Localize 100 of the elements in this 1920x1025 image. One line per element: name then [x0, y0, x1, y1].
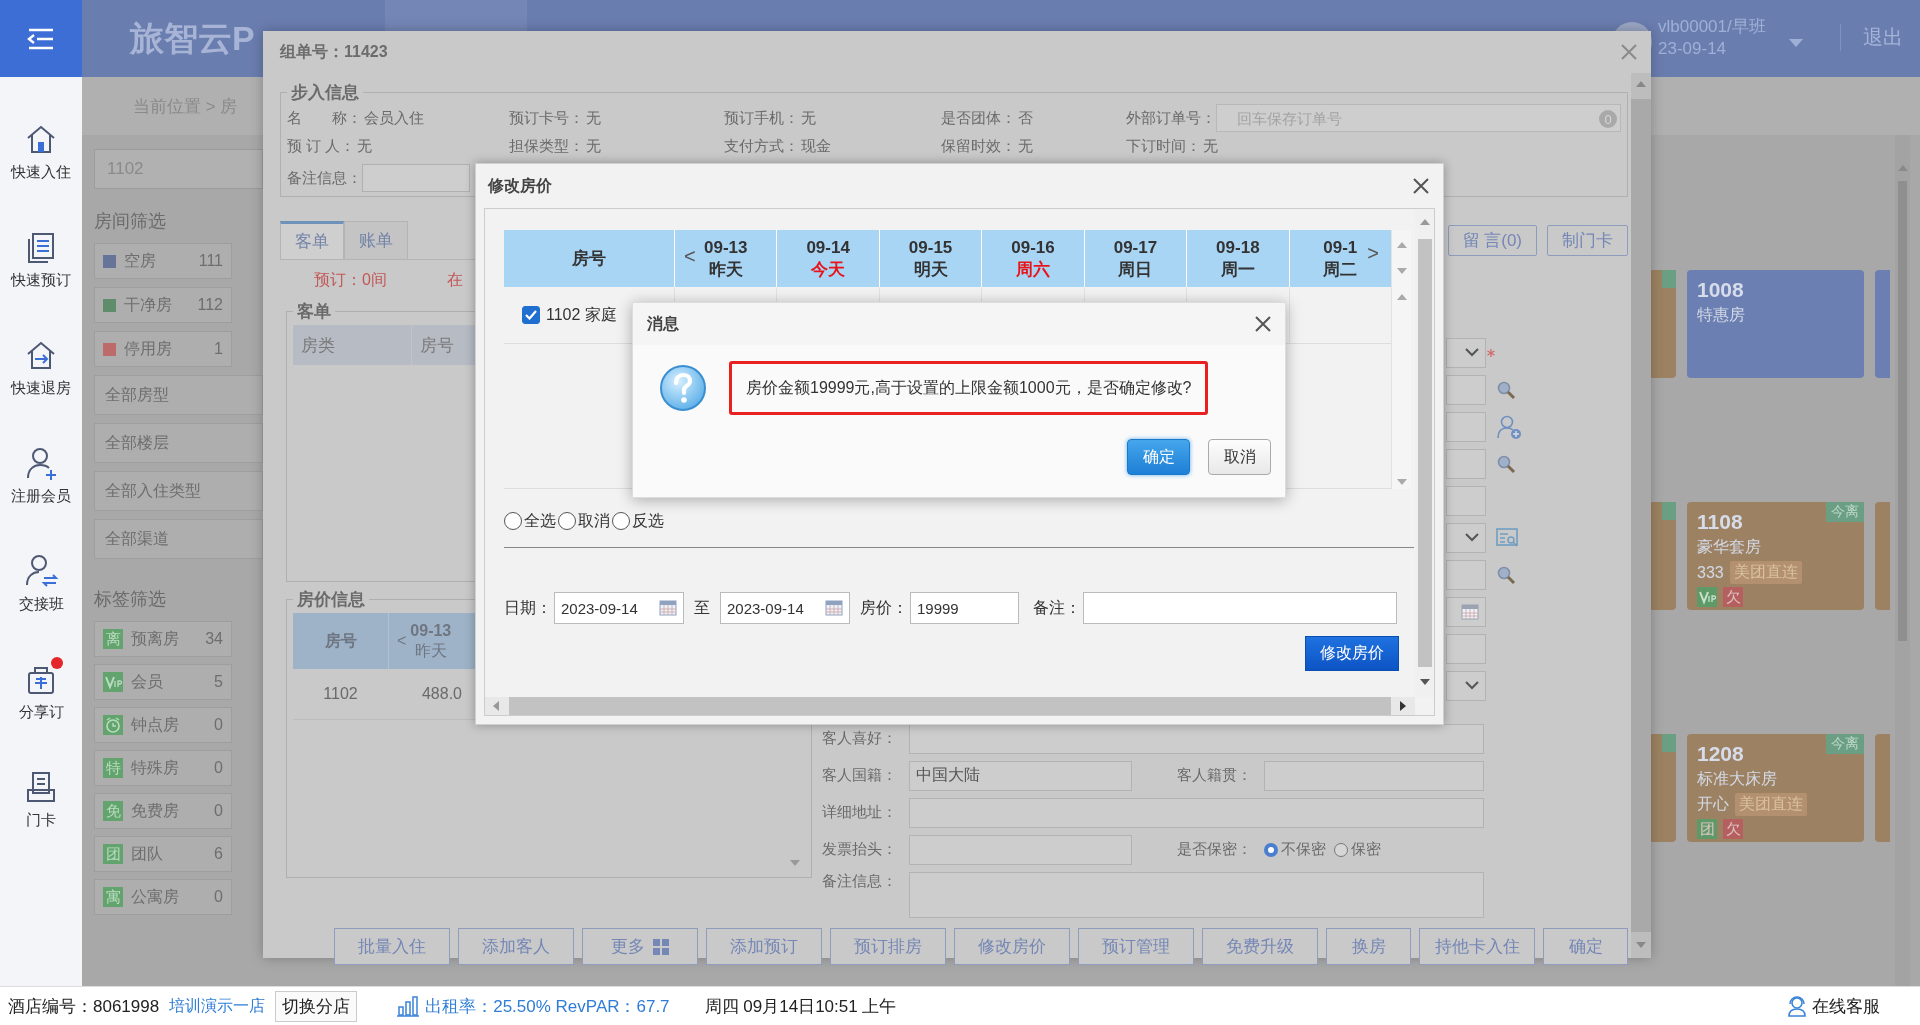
next-button[interactable]: > — [1367, 242, 1379, 265]
action-button[interactable]: 添加客人 — [458, 928, 574, 965]
column-header: 09-1 — [1323, 236, 1358, 259]
nav-item[interactable]: 快速预订 — [0, 205, 82, 313]
field-value: 现金 — [801, 136, 831, 156]
column-header: 09-13 — [703, 236, 748, 259]
field-value: 否 — [1018, 108, 1033, 128]
switch-branch-button[interactable]: 切换分店 — [275, 990, 358, 1022]
date-time: 周四 09月14日10:51 上午 — [704, 995, 897, 1018]
column-header: 周六 — [1016, 258, 1050, 281]
action-button[interactable]: 添加预订 — [706, 928, 822, 965]
field-label: 日期： — [504, 597, 552, 618]
action-button[interactable]: 持他卡入住 — [1419, 928, 1535, 965]
field-label: 是否团体： — [941, 108, 1016, 128]
logout-link[interactable]: 退出 — [1840, 24, 1903, 51]
action-button[interactable]: 换房 — [1326, 928, 1411, 965]
column-header: 今天 — [811, 258, 846, 281]
field-value: 无 — [586, 136, 601, 156]
message-text: 房价金额19999元,高于设置的上限金额1000元，是否确定修改? — [729, 361, 1209, 415]
room-checkbox[interactable]: 1102 家庭 — [522, 304, 617, 326]
previous-button[interactable]: < — [684, 245, 696, 268]
confirm-button[interactable]: 确定 — [1127, 439, 1190, 475]
nationality-field[interactable]: 中国大陆 — [909, 760, 1132, 791]
filter-dropdown[interactable]: 全部渠道 — [94, 519, 263, 559]
message-button[interactable]: 留 言(0) — [1447, 225, 1537, 256]
leaving-badge: 今离 — [1826, 734, 1864, 754]
tag-filter[interactable]: 离 预离房 34 — [94, 621, 232, 657]
action-button[interactable]: 确定 — [1543, 928, 1628, 965]
field-label: 是否保密： — [1177, 840, 1253, 859]
dialog-title: 修改房价 — [488, 175, 552, 196]
action-button[interactable]: 批量入住 — [334, 928, 450, 965]
previous-button[interactable]: < — [397, 632, 407, 650]
radio-option[interactable]: 保密 — [1334, 840, 1381, 859]
field-value: 会员入住 — [364, 108, 424, 128]
status-filter[interactable]: 空房 111 — [94, 243, 232, 279]
field-value: 无 — [1018, 136, 1033, 156]
filter-dropdown[interactable]: 全部楼层 — [94, 423, 263, 463]
radio-option[interactable]: 反选 — [612, 510, 664, 532]
tab[interactable]: 账单 — [344, 221, 408, 259]
status-filter[interactable]: 干净房 112 — [94, 287, 232, 323]
hotel-link[interactable]: 培训演示一店 — [169, 995, 266, 1017]
leaving-badge: 今离 — [1826, 502, 1864, 522]
section-title: 房价信息 — [296, 589, 366, 611]
status-tag: 欠 — [1723, 587, 1743, 607]
column-header: 房号 — [572, 247, 606, 270]
radio-option[interactable]: 取消 — [558, 510, 610, 532]
guest-name: 开心 — [1697, 794, 1729, 814]
nav-item[interactable]: 快速退房 — [0, 313, 82, 421]
tag-badge: 团 — [103, 844, 123, 864]
nav-item[interactable]: 注册会员 — [0, 421, 82, 529]
tag-filter[interactable]: 寓 公寓房 0 — [94, 879, 232, 915]
field-label: 房价： — [860, 597, 908, 618]
more-button[interactable]: 更多 — [582, 928, 698, 965]
tag-filter[interactable]: 会员 5 — [94, 664, 232, 700]
field-label: 预订手机： — [724, 108, 799, 128]
column-header: 09-16 — [1011, 236, 1055, 259]
action-button[interactable]: 预订管理 — [1078, 928, 1194, 965]
room-number: 1208 — [1697, 742, 1744, 766]
nav-item[interactable]: 门卡 — [0, 745, 82, 853]
section-title: 标签筛选 — [94, 588, 166, 611]
field-label: 客人国籍： — [822, 766, 898, 785]
tag-filter[interactable]: 钟点房 0 — [94, 707, 232, 743]
tag-badge: 免 — [103, 801, 123, 821]
radio-option[interactable]: 不保密 — [1264, 840, 1326, 859]
radio-option[interactable]: 全选 — [504, 510, 556, 532]
action-button[interactable]: 修改房价 — [954, 928, 1070, 965]
column-header: 09-13 — [410, 621, 452, 641]
action-button[interactable]: 免费升级 — [1202, 928, 1318, 965]
column-header: 09-18 — [1216, 236, 1260, 259]
door-card-button[interactable]: 制门卡 — [1547, 225, 1628, 256]
submit-button[interactable]: 修改房价 — [1305, 636, 1399, 671]
field-label: 备注信息： — [822, 872, 898, 891]
date-field[interactable]: 2023-09-14 — [554, 592, 684, 624]
column-header: 明天 — [913, 258, 948, 281]
tag-filter[interactable]: 团 团队 6 — [94, 836, 232, 872]
tag-filter[interactable]: 特 特殊房 0 — [94, 750, 232, 786]
price-field[interactable]: 19999 — [910, 592, 1019, 624]
field-label: 客人籍贯： — [1177, 766, 1253, 785]
filter-dropdown[interactable]: 全部房型 — [94, 375, 263, 415]
field-label: 至 — [694, 597, 710, 618]
tab[interactable]: 客单 — [280, 221, 344, 259]
booking-count: 预订：0间 — [314, 269, 387, 290]
filter-dropdown[interactable]: 全部入住类型 — [94, 471, 263, 511]
occupancy-stats: 出租率：25.50% RevPAR：67.7 — [425, 995, 670, 1018]
tag-filter[interactable]: 免 免费房 0 — [94, 793, 232, 829]
cancel-button[interactable]: 取消 — [1208, 439, 1271, 475]
nav-item[interactable]: 快速入住 — [0, 97, 82, 205]
nav-item[interactable]: 分享订 — [0, 637, 82, 745]
room-type: 标准大床房 — [1697, 769, 1778, 789]
dialog-title: 消息 — [647, 313, 679, 334]
status-tag: 团 — [1697, 819, 1717, 839]
nav-item[interactable]: 交接班 — [0, 529, 82, 637]
status-filter[interactable]: 停用房 1 — [94, 331, 232, 367]
section-title: 步入信息 — [290, 82, 360, 104]
tag-badge: 离 — [103, 629, 123, 649]
action-button[interactable]: 预订排房 — [830, 928, 946, 965]
date-field[interactable]: 2023-09-14 — [720, 592, 850, 624]
room-card[interactable]: 1008 特惠房 — [1687, 270, 1864, 378]
support-link[interactable]: 在线客服 — [1786, 994, 1880, 1018]
field-label: 支付方式： — [724, 136, 799, 156]
